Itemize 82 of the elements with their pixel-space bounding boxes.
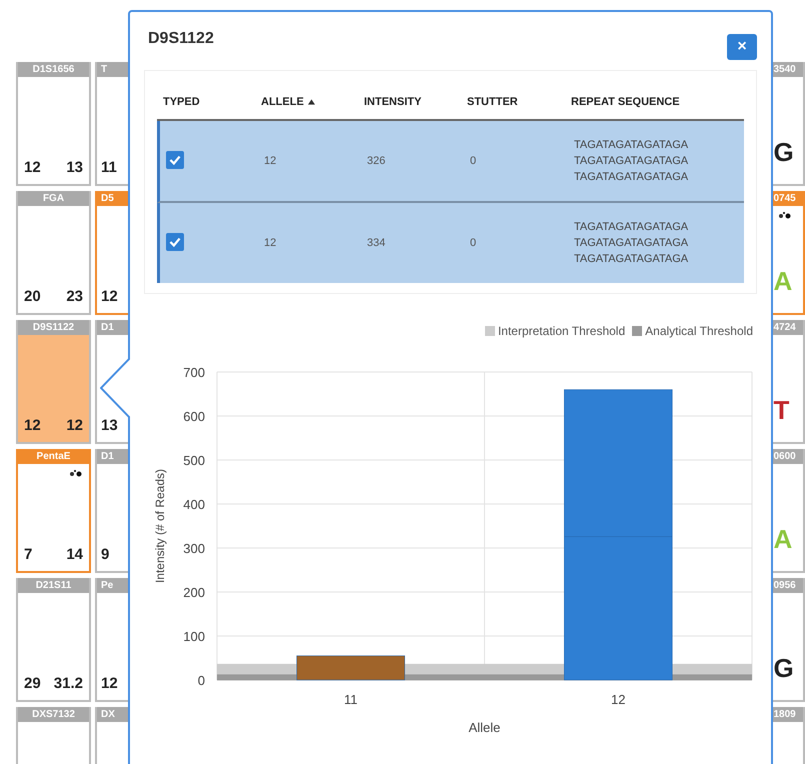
y-tick-label: 600 xyxy=(183,409,205,424)
locus-name: 0745 xyxy=(774,193,796,204)
allele-value: 7 xyxy=(24,546,32,563)
typed-checkbox[interactable] xyxy=(166,232,184,250)
column-header[interactable]: INTENSITY xyxy=(364,96,422,108)
column-header[interactable]: STUTTER xyxy=(467,96,518,108)
y-tick-label: 100 xyxy=(183,629,205,644)
locus-name: D21S11 xyxy=(36,580,72,591)
locus-card[interactable]: D1S1656 12 13 xyxy=(16,62,91,186)
locus-name: 0600 xyxy=(774,451,796,462)
locus-name: 0956 xyxy=(774,580,796,591)
locus-name: T xyxy=(101,64,108,75)
y-tick-label: 700 xyxy=(183,365,205,380)
column-header[interactable]: ALLELE xyxy=(261,96,304,108)
sequence-line: TAGATAGATAGATAGA xyxy=(574,253,690,265)
base-call: A xyxy=(774,266,794,297)
allele-value: 13 xyxy=(66,159,83,176)
column-header[interactable]: TYPED xyxy=(163,96,200,108)
stutter-cell: 0 xyxy=(470,155,476,167)
allele-value: 13 xyxy=(101,417,118,434)
locus-name: D1S1656 xyxy=(32,64,74,75)
locus-name: PentaE xyxy=(36,451,70,462)
base-call: G xyxy=(774,653,795,684)
y-tick-label: 400 xyxy=(183,497,205,512)
x-axis-title: Allele xyxy=(468,720,500,735)
locus-card[interactable]: PentaE 7 14 xyxy=(16,449,91,573)
intensity-cell: 334 xyxy=(367,237,386,249)
allele-value: 20 xyxy=(24,288,41,305)
marker-icon xyxy=(69,470,83,478)
allele-value: 23 xyxy=(66,288,83,305)
locus-name: Pe xyxy=(101,580,114,591)
popover-title: D9S1122 xyxy=(148,30,214,48)
allele-value: 11 xyxy=(101,159,117,176)
allele-value: 12 xyxy=(101,288,118,305)
legend-label: Analytical Threshold xyxy=(645,324,753,338)
y-tick-label: 0 xyxy=(198,673,205,688)
sequence-line: TAGATAGATAGATAGA xyxy=(574,139,690,151)
allele-value: 12 xyxy=(24,417,41,434)
locus-card[interactable]: FGA 20 23 xyxy=(16,191,91,315)
x-tick-label: 11 xyxy=(344,692,358,707)
sequence-line: TAGATAGATAGATAGA xyxy=(574,171,690,183)
base-call: A xyxy=(774,524,794,555)
table-row[interactable]: 12 326 0 TAGATAGATAGATAGA TAGATAGATAGATAGA TAGATAGATAGATAGA xyxy=(157,121,744,203)
locus-name: D5 xyxy=(101,193,114,204)
column-header[interactable]: REPEAT SEQUENCE xyxy=(571,96,680,108)
sequence-line: TAGATAGATAGATAGA xyxy=(574,155,690,167)
intensity-cell: 326 xyxy=(367,155,386,167)
allele-cell: 12 xyxy=(264,155,276,167)
y-tick-label: 500 xyxy=(183,453,205,468)
locus-name: D1 xyxy=(101,451,114,462)
locus-name: DX xyxy=(101,709,115,720)
locus-name: FGA xyxy=(42,193,64,204)
locus-name: D9S1122 xyxy=(32,322,74,333)
sequence-line: TAGATAGATAGATAGA xyxy=(574,221,690,233)
stutter-cell: 0 xyxy=(470,237,476,249)
allele-value: 12 xyxy=(66,417,83,434)
typed-checkbox[interactable] xyxy=(166,150,184,168)
allele-value: 14 xyxy=(66,546,83,563)
locus-name: 4724 xyxy=(774,322,796,333)
allele-cell: 12 xyxy=(264,237,276,249)
locus-name: 1809 xyxy=(774,709,796,720)
locus-name: DXS7132 xyxy=(32,709,75,720)
allele-value: 9 xyxy=(101,546,110,563)
y-axis-title: Intensity (# of Reads) xyxy=(153,468,167,584)
allele-value: 12 xyxy=(101,675,118,692)
allele-value: 29 xyxy=(24,675,41,692)
legend-label: Interpretation Threshold xyxy=(498,324,626,338)
base-call: T xyxy=(774,395,790,426)
close-button[interactable]: × xyxy=(727,34,757,60)
x-tick-label: 12 xyxy=(611,692,626,707)
y-tick-label: 200 xyxy=(183,585,205,600)
table-row[interactable]: 12 334 0 TAGATAGATAGATAGA TAGATAGATAGATAGA TAGATAGATAGATAGA xyxy=(157,203,744,283)
sequence-line: TAGATAGATAGATAGA xyxy=(574,237,690,249)
allele-value: 12 xyxy=(24,159,41,176)
locus-name: D1 xyxy=(101,322,114,333)
locus-name: 3540 xyxy=(774,64,796,75)
base-call: G xyxy=(774,137,795,168)
y-tick-label: 300 xyxy=(183,541,205,556)
allele-value: 31.2 xyxy=(54,675,83,692)
locus-card[interactable]: D9S1122 12 12 xyxy=(16,320,91,444)
marker-icon xyxy=(778,212,792,220)
locus-card[interactable]: D21S11 29 31.2 xyxy=(16,578,91,702)
